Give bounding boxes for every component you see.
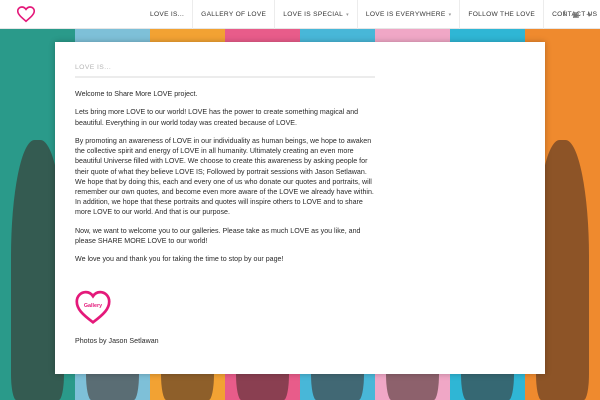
heart-logo-icon[interactable] — [17, 6, 35, 23]
intro-text: Welcome to Share More LOVE project. Lets… — [75, 89, 375, 273]
nav-item-label: LOVE IS EVERYWHERE — [365, 11, 446, 18]
nav-item-love-is-special[interactable]: LOVE IS SPECIAL ▾ — [274, 0, 357, 29]
instagram-icon[interactable]: ▣ — [573, 11, 580, 19]
nav-item-label: FOLLOW THE LOVE — [468, 11, 536, 18]
facebook-icon[interactable]: f — [563, 11, 565, 18]
content-panel: LOVE IS... Welcome to Share More LOVE pr… — [55, 42, 545, 374]
photo-credit: Photos by Jason Setlawan — [75, 337, 159, 345]
chevron-down-icon: ▾ — [346, 11, 349, 18]
paragraph-bring-love: Lets bring more LOVE to our world! LOVE … — [75, 108, 359, 127]
social-links: f ▣ ✦ — [556, 0, 592, 29]
paragraph-purpose: By promoting an awareness of LOVE in our… — [75, 136, 374, 217]
twitter-icon[interactable]: ✦ — [586, 11, 592, 19]
site-header: LOVE IS... GALLERY OF LOVE LOVE IS SPECIAL… — [0, 0, 600, 29]
paragraph-thanks: We love you and thank you for taking the… — [75, 255, 284, 264]
gallery-heart-button[interactable]: Gallery — [75, 289, 111, 325]
nav-item-follow-the-love[interactable]: FOLLOW THE LOVE — [459, 0, 543, 29]
gallery-badge-label: Gallery — [84, 303, 102, 309]
nav-item-love-is-everywhere[interactable]: LOVE IS EVERYWHERE ▾ — [356, 0, 459, 29]
nav-item-label: LOVE IS... — [150, 11, 185, 18]
paragraph-welcome-galleries: Now, we want to welcome you to our galle… — [75, 226, 361, 245]
nav-item-label: LOVE IS SPECIAL — [283, 11, 344, 18]
nav-item-love-is[interactable]: LOVE IS... — [142, 0, 192, 29]
chevron-down-icon: ▾ — [448, 11, 452, 18]
paragraph-welcome: Welcome to Share More LOVE project. — [75, 90, 198, 98]
section-title: LOVE IS... — [75, 64, 375, 78]
nav-item-label: GALLERY OF LOVE — [201, 11, 267, 18]
main-nav: LOVE IS... GALLERY OF LOVE LOVE IS SPECIAL… — [142, 0, 600, 29]
nav-item-gallery-of-love[interactable]: GALLERY OF LOVE — [192, 0, 274, 29]
